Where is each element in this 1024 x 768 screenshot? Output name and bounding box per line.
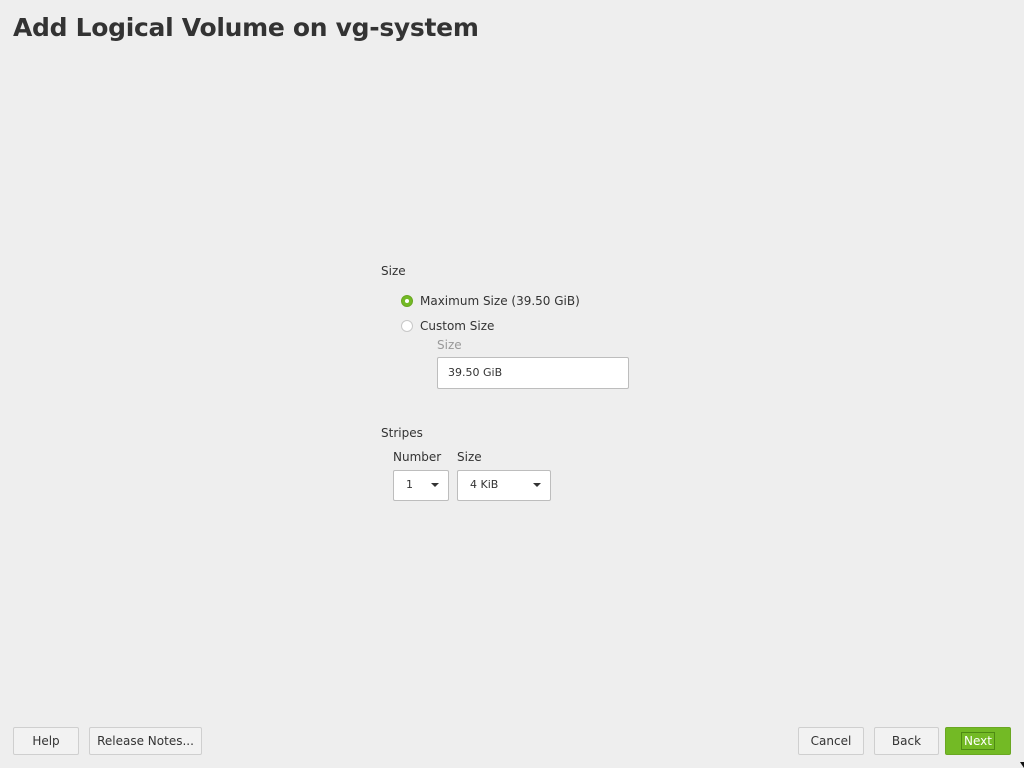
stripes-size-value: 4 KiB <box>470 478 499 491</box>
stripes-number-select[interactable]: 1 <box>393 470 449 501</box>
maximum-size-radio-option[interactable]: Maximum Size (39.50 GiB) <box>401 294 580 308</box>
custom-size-field-label: Size <box>437 338 462 352</box>
size-section-label: Size <box>381 264 406 278</box>
stripes-section-label: Stripes <box>381 426 423 440</box>
custom-size-input[interactable]: 39.50 GiB <box>437 357 629 389</box>
page-title: Add Logical Volume on vg-system <box>13 13 479 42</box>
next-button[interactable]: Next <box>945 727 1011 755</box>
stripes-number-label: Number <box>393 450 442 464</box>
next-button-label: Next <box>961 732 995 750</box>
chevron-down-icon <box>533 483 541 487</box>
add-logical-volume-dialog: Add Logical Volume on vg-system Size Max… <box>0 0 1024 768</box>
custom-size-radio[interactable] <box>401 320 413 332</box>
back-button[interactable]: Back <box>874 727 939 755</box>
stripes-size-select[interactable]: 4 KiB <box>457 470 551 501</box>
chevron-down-icon <box>431 483 439 487</box>
custom-size-label: Custom Size <box>420 319 495 333</box>
stripes-size-label: Size <box>457 450 482 464</box>
cancel-button[interactable]: Cancel <box>798 727 864 755</box>
stripes-number-value: 1 <box>406 478 413 491</box>
maximum-size-radio[interactable] <box>401 295 413 307</box>
help-button[interactable]: Help <box>13 727 79 755</box>
release-notes-button[interactable]: Release Notes... <box>89 727 202 755</box>
mouse-cursor-icon <box>1020 762 1024 768</box>
custom-size-radio-option[interactable]: Custom Size <box>401 319 494 333</box>
maximum-size-label: Maximum Size (39.50 GiB) <box>420 294 580 308</box>
